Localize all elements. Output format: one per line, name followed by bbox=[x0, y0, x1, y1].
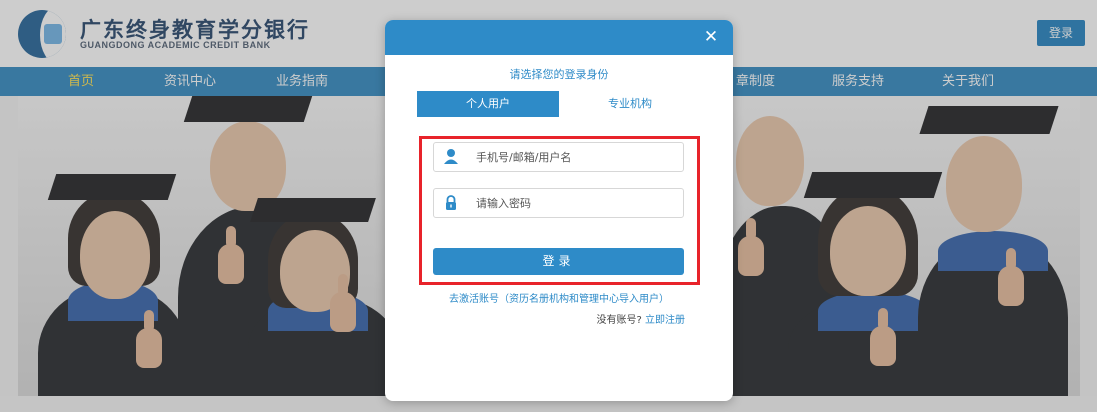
login-dialog: ✕ 请选择您的登录身份 个人用户 专业机构 登录 去激活账号（资历名册机构和管理… bbox=[385, 20, 733, 401]
register-row: 没有账号? 立即注册 bbox=[597, 311, 686, 326]
tab-professional-institution[interactable]: 专业机构 bbox=[559, 91, 701, 117]
close-icon[interactable]: ✕ bbox=[699, 24, 723, 50]
tab-personal-user[interactable]: 个人用户 bbox=[417, 91, 559, 117]
register-question: 没有账号? bbox=[596, 315, 642, 326]
activate-account-link[interactable]: 去激活账号（资历名册机构和管理中心导入用户） bbox=[385, 290, 733, 305]
identity-tabs: 个人用户 专业机构 bbox=[417, 91, 701, 117]
register-link[interactable]: 立即注册 bbox=[645, 315, 685, 326]
identity-prompt: 请选择您的登录身份 bbox=[509, 68, 609, 81]
dialog-title-bar: ✕ bbox=[385, 20, 733, 55]
highlight-box bbox=[419, 136, 700, 285]
